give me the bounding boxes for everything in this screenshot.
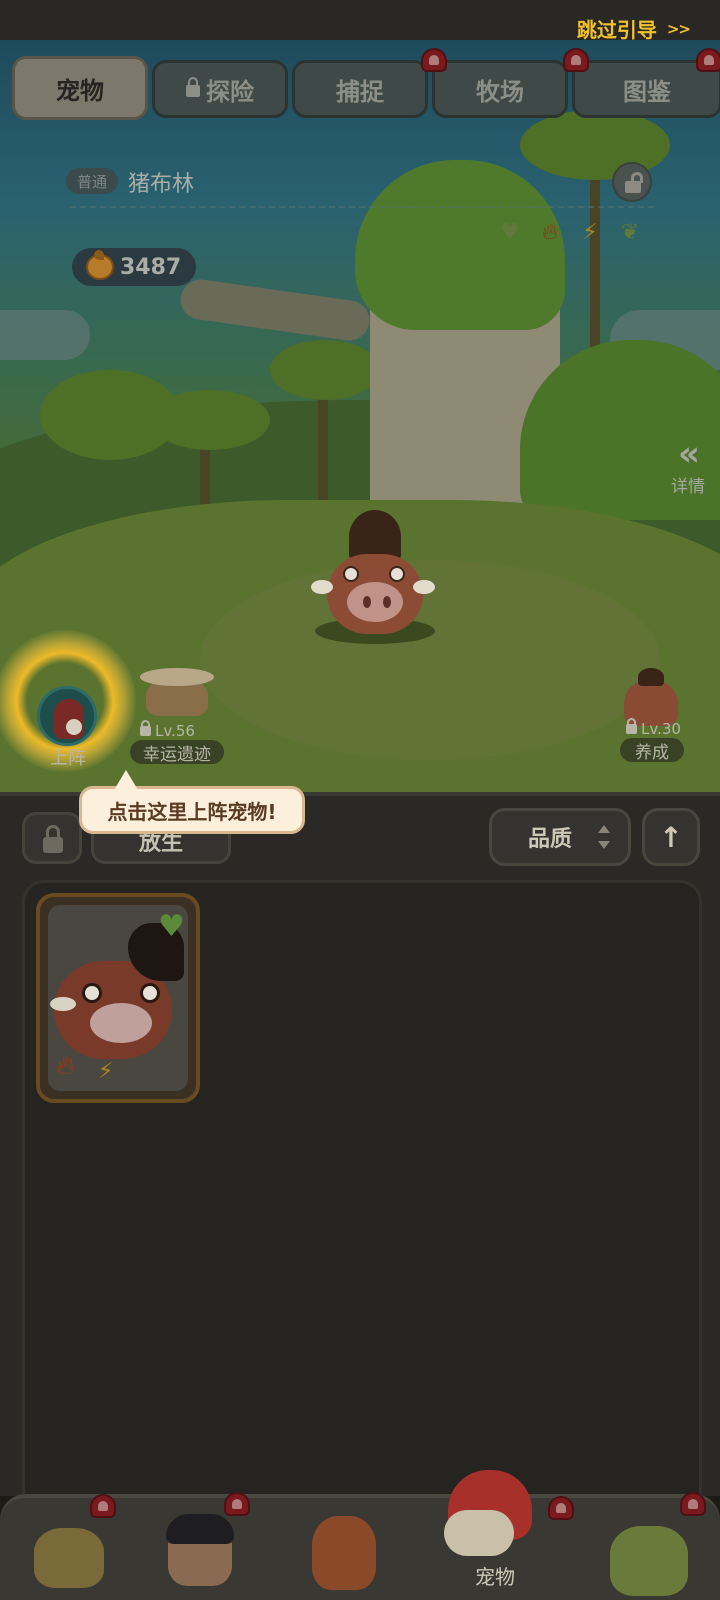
- tab-explore[interactable]: 探险: [152, 60, 288, 118]
- palm-leaves: [270, 340, 380, 400]
- nav-hero[interactable]: [140, 1506, 270, 1598]
- tab-capture[interactable]: 捕捉: [292, 60, 428, 118]
- relic-level: Lv.56: [140, 720, 195, 740]
- pet-eye: [343, 566, 359, 582]
- notification-bell-icon: [694, 48, 720, 74]
- tab-pet[interactable]: 宠物: [12, 56, 148, 120]
- coin-value: 3487: [120, 254, 182, 280]
- stone-slab: [178, 276, 372, 344]
- pet-snout: [347, 582, 403, 622]
- notification-bell-icon: [561, 48, 591, 74]
- bush: [40, 370, 180, 460]
- pet-nostril: [363, 596, 371, 608]
- moss-top: [355, 160, 565, 330]
- coin-bag-icon: [86, 250, 114, 280]
- lock-icon: [186, 77, 200, 97]
- notification-bell-icon: [222, 1492, 252, 1518]
- lock-icon: [140, 720, 151, 736]
- top-tabs: 宠物 探险 捕捉 牧场 图鉴: [10, 54, 720, 124]
- pet-portrait-eye: [82, 983, 102, 1003]
- nav-totem[interactable]: [278, 1506, 408, 1598]
- notification-bell-icon: [88, 1494, 118, 1520]
- totem-icon: [312, 1516, 376, 1590]
- notification-bell-icon: [678, 1492, 708, 1518]
- sort-updown-icon: [598, 825, 610, 851]
- lightning-icon: ⚡︎: [582, 219, 598, 245]
- cloud: [0, 310, 90, 360]
- fire-icon: 🔥︎: [56, 1051, 76, 1081]
- detail-button-label[interactable]: 详情: [671, 472, 705, 497]
- sort-label: 品质: [528, 827, 573, 852]
- tab-explore-label: 探险: [206, 77, 254, 106]
- pet-model[interactable]: [305, 510, 445, 650]
- relic-slot-label[interactable]: 幸运遗迹: [130, 740, 224, 765]
- tribe-icon: [610, 1526, 688, 1596]
- deploy-slot-label: 上阵: [50, 748, 86, 769]
- unlock-icon-body: [625, 181, 641, 193]
- pet-portrait-tusk: [50, 997, 76, 1011]
- guide-tooltip: 点击这里上阵宠物!: [79, 786, 305, 834]
- sort-order-button[interactable]: ↑: [642, 808, 700, 866]
- tab-codex-label: 图鉴: [623, 77, 671, 106]
- relic-level-value: Lv.56: [155, 722, 195, 740]
- divider: [70, 206, 654, 208]
- train-level: Lv.30: [626, 718, 681, 738]
- tab-ranch[interactable]: 牧场: [432, 60, 568, 118]
- nav-pet[interactable]: 宠物: [430, 1460, 560, 1596]
- pet-tusk: [311, 580, 333, 594]
- relic-icon[interactable]: [140, 668, 214, 716]
- skip-arrows-icon: >>: [666, 19, 691, 38]
- sort-quality-dropdown[interactable]: 品质: [489, 808, 631, 866]
- deploy-slot-button[interactable]: [37, 686, 97, 746]
- tab-ranch-label: 牧场: [476, 77, 524, 106]
- caveman-icon: [34, 1528, 104, 1588]
- hero-hair-icon: [166, 1514, 234, 1544]
- currency-display: 3487: [72, 248, 196, 286]
- notification-bell-icon: [546, 1496, 576, 1522]
- nav-pet-label: 宠物: [475, 1565, 515, 1589]
- heart-icon: ♥: [158, 909, 185, 944]
- lightning-icon: ⚡︎: [98, 1059, 114, 1084]
- dino-avatar-icon: [54, 699, 84, 739]
- game-screen: 跳过引导 >> 宠物 探险 捕捉 牧场 图鉴 普通 猪布林 ♥ 🔥︎ ⚡︎ ❦ …: [0, 0, 720, 1600]
- pet-name: 猪布林: [128, 172, 195, 197]
- tab-capture-label: 捕捉: [336, 77, 384, 106]
- lock-filter-button[interactable]: [22, 812, 82, 864]
- pet-eye: [389, 566, 405, 582]
- tab-pet-label: 宠物: [56, 76, 104, 105]
- fire-icon: 🔥︎: [541, 219, 559, 245]
- tooltip-tail: [114, 770, 138, 790]
- nav-tribe[interactable]: [590, 1506, 720, 1598]
- unlock-toggle-button[interactable]: [612, 162, 652, 202]
- notification-bell-icon: [419, 48, 449, 74]
- train-slot-label[interactable]: 养成: [620, 738, 684, 763]
- pet-nostril: [383, 596, 391, 608]
- skip-guide-label: 跳过引导: [576, 18, 657, 42]
- pet-card-portrait: ♥ 🔥︎ ⚡︎: [48, 905, 188, 1091]
- leaf-icon: ❦: [620, 219, 640, 245]
- pet-tusk: [413, 580, 435, 594]
- pet-card[interactable]: ♥ 🔥︎ ⚡︎: [36, 893, 200, 1103]
- pet-portrait-eye: [140, 983, 160, 1003]
- pet-dino-belly-icon: [444, 1510, 514, 1556]
- skip-guide-button[interactable]: 跳过引导 >>: [576, 14, 691, 43]
- train-level-value: Lv.30: [641, 720, 681, 738]
- detail-arrow-icon[interactable]: «: [678, 434, 700, 474]
- heart-icon: ♥: [500, 219, 520, 245]
- arrow-up-icon: ↑: [659, 820, 683, 854]
- lock-icon-body: [43, 837, 63, 853]
- lock-icon: [626, 718, 637, 734]
- grade-badge: 普通: [66, 168, 118, 194]
- pet-portrait-snout: [90, 1003, 152, 1043]
